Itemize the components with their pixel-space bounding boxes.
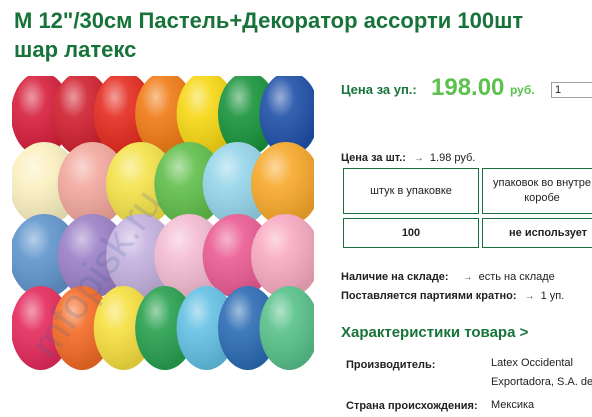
unit-price-value: 1.98 руб.	[429, 152, 476, 164]
manufacturer-value: Latex Occidental Exportadora, S.A. de	[491, 354, 592, 392]
unit-price: Цена за шт.: → 1.98 руб.	[341, 152, 475, 164]
characteristics-link[interactable]: Характеристики товара >	[341, 324, 528, 341]
arrow-icon: →	[524, 291, 535, 302]
price-label: Цена за уп.:	[341, 82, 417, 97]
manufacturer-label: Производитель:	[346, 359, 436, 371]
stock-value: есть на складе	[478, 271, 555, 283]
table-header-packs: упаковок во внутре коробе	[482, 168, 592, 214]
table-header-pieces-label: штук в упаковке	[370, 184, 452, 197]
batch-label: Поставляется партиями кратно:	[341, 290, 517, 302]
quantity-input[interactable]	[551, 82, 592, 98]
table-cell-packs-value: не использует	[509, 226, 588, 239]
country-label: Страна происхождения:	[346, 400, 478, 412]
batch-row: Поставляется партиями кратно: → 1 уп.	[341, 290, 564, 302]
price-row: Цена за уп.: 198.00 руб.	[341, 74, 592, 102]
product-title: М 12"/30см Пастель+Декоратор ассорти 100…	[14, 6, 589, 64]
country-value: Мексика	[491, 399, 535, 411]
arrow-icon: →	[462, 272, 473, 283]
manufacturer-line2: Exportadora, S.A. de	[491, 376, 592, 388]
product-photo: mfopisk.ru	[9, 72, 321, 380]
product-title-line1: М 12"/30см Пастель+Декоратор ассорти 100…	[14, 8, 524, 33]
unit-price-label: Цена за шт.:	[341, 152, 406, 164]
balloons-image: mfopisk.ru	[9, 72, 321, 370]
table-cell-pieces: 100	[343, 218, 479, 248]
table-header-packs-line1: упаковок во внутре	[493, 177, 591, 189]
price-value: 198.00	[431, 74, 505, 101]
table-header-pieces: штук в упаковке	[343, 168, 479, 214]
table-cell-pieces-value: 100	[401, 226, 421, 239]
product-title-line2: шар латекс	[14, 37, 137, 62]
arrow-icon: →	[413, 153, 424, 164]
stock-row: Наличие на складе: → есть на складе	[341, 271, 555, 283]
manufacturer-line1: Latex Occidental	[491, 357, 573, 369]
price-currency: руб.	[510, 83, 535, 97]
table-cell-packs: не использует	[482, 218, 592, 248]
table-header-packs-line2: коробе	[524, 192, 560, 204]
stock-label: Наличие на складе:	[341, 271, 449, 283]
batch-value: 1 уп.	[540, 290, 565, 302]
